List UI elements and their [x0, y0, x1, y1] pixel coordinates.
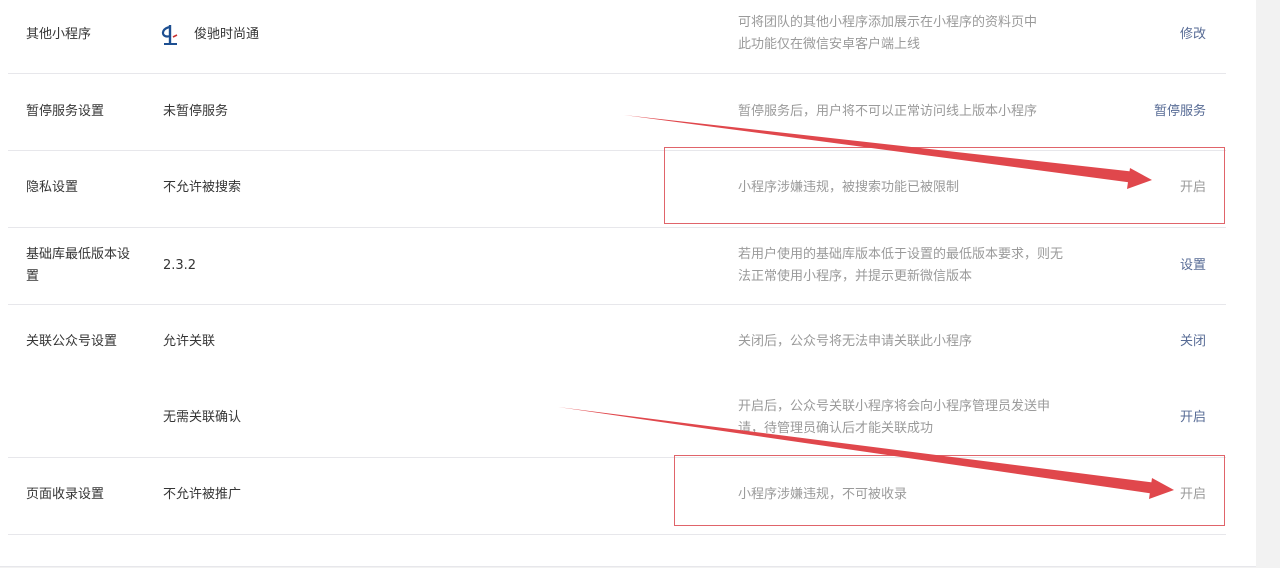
row-value: 不允许被推广	[163, 487, 242, 502]
row-pause-service: 暂停服务设置 未暂停服务 暂停服务后，用户将不可以正常访问线上版本小程序 暂停服…	[8, 74, 1226, 151]
row-other-programs: 其他小程序 俊驰时尚通 可将团队的其他小程序添加展示在小程序的资料页中 此功能仅…	[8, 0, 1226, 74]
row-value: 未暂停服务	[163, 104, 229, 119]
row-description: 若用户使用的基础库版本低于设置的最低版本要求，则无	[738, 247, 1064, 262]
row-official-account: 关联公众号设置 允许关联 关闭后，公众号将无法申请关联此小程序 关闭 无需关联确…	[8, 305, 1226, 458]
set-version-button[interactable]: 设置	[1180, 255, 1206, 277]
row-value: 不允许被搜索	[163, 180, 242, 195]
program-logo-icon	[161, 25, 178, 45]
enable-confirm-button[interactable]: 开启	[1180, 407, 1206, 429]
association-confirm-description: 开启后，公众号关联小程序将会向小程序管理员发送申	[738, 399, 1051, 414]
row-base-library: 基础库最低版本设 置 2.3.2 若用户使用的基础库版本低于设置的最低版本要求，…	[8, 228, 1226, 305]
row-label: 隐私设置	[26, 180, 79, 195]
modify-button[interactable]: 修改	[1180, 24, 1206, 46]
row-description: 暂停服务后，用户将不可以正常访问线上版本小程序	[738, 104, 1038, 119]
row-description-line2: 此功能仅在微信安卓客户端上线	[738, 37, 921, 52]
disable-association-button[interactable]: 关闭	[1180, 331, 1206, 353]
row-label-line2: 置	[26, 269, 40, 284]
row-label: 页面收录设置	[26, 487, 105, 502]
row-value: 允许关联	[163, 334, 216, 349]
annotation-box-privacy	[664, 147, 1225, 224]
annotation-box-indexing	[674, 455, 1225, 526]
row-label: 暂停服务设置	[26, 104, 105, 119]
row-label: 关联公众号设置	[26, 334, 118, 349]
pause-service-button[interactable]: 暂停服务	[1154, 101, 1206, 123]
row-description-line2: 法正常使用小程序，并提示更新微信版本	[738, 269, 973, 284]
row-description: 关闭后，公众号将无法申请关联此小程序	[738, 334, 973, 349]
base-library-version: 2.3.2	[163, 258, 197, 273]
linked-program-name[interactable]: 俊驰时尚通	[194, 24, 259, 46]
row-description: 可将团队的其他小程序添加展示在小程序的资料页中	[738, 15, 1038, 30]
row-label: 基础库最低版本设	[26, 247, 131, 262]
association-confirm-description-line2: 请，待管理员确认后才能关联成功	[738, 421, 934, 436]
association-confirm-value: 无需关联确认	[163, 410, 242, 425]
row-label: 其他小程序	[26, 27, 92, 42]
